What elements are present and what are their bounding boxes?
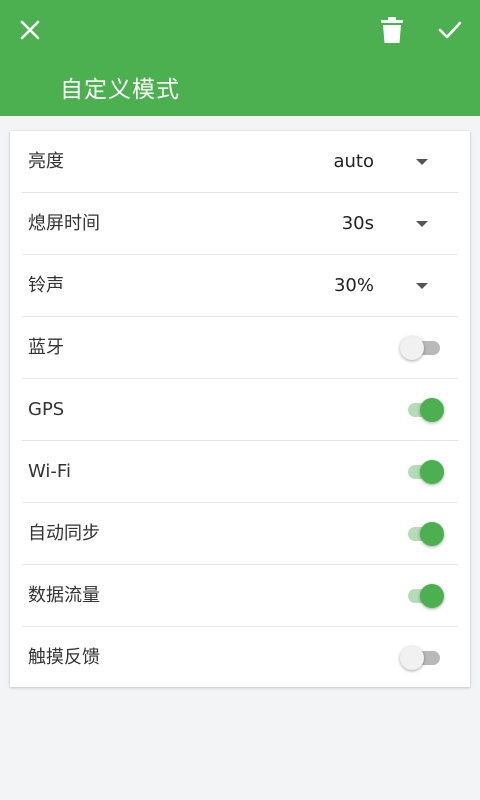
setting-label: 铃声 [28,275,64,296]
gps-toggle[interactable] [406,396,448,424]
dropdown-arrow-icon [416,283,428,289]
setting-label: 蓝牙 [28,337,64,358]
toggle-thumb [400,336,424,360]
setting-label: GPS [28,399,65,420]
setting-row-screen-timeout: 熄屏时间 30s [22,193,458,255]
dropdown-value: 30s [341,213,374,234]
setting-label: Wi-Fi [28,461,71,482]
auto-sync-toggle[interactable] [406,520,448,548]
screen-timeout-dropdown[interactable]: 30s [318,193,458,255]
setting-label: 数据流量 [28,585,100,606]
haptic-feedback-toggle[interactable] [400,644,448,672]
trash-icon [381,17,403,43]
wifi-toggle[interactable] [406,458,448,486]
close-button[interactable] [8,8,52,52]
page-title: 自定义模式 [60,77,180,103]
setting-label: 自动同步 [28,523,100,544]
dropdown-value: auto [333,151,374,172]
dropdown-arrow-icon [416,159,428,165]
toggle-thumb [420,584,444,608]
setting-row-bluetooth: 蓝牙 [22,317,458,379]
setting-row-auto-sync: 自动同步 [22,503,458,565]
check-icon [438,21,462,39]
toggle-thumb [420,522,444,546]
brightness-dropdown[interactable]: auto [318,131,458,193]
confirm-button[interactable] [428,8,472,52]
ringtone-dropdown[interactable]: 30% [318,255,458,317]
setting-row-gps: GPS [22,379,458,441]
dropdown-value: 30% [333,275,374,296]
setting-row-brightness: 亮度 auto [22,131,458,193]
setting-label: 亮度 [28,151,64,172]
dropdown-arrow-icon [416,221,428,227]
bluetooth-toggle[interactable] [400,334,448,362]
toggle-thumb [400,646,424,670]
toggle-thumb [420,460,444,484]
close-icon [20,20,40,40]
setting-row-ringtone: 铃声 30% [22,255,458,317]
mobile-data-toggle[interactable] [406,582,448,610]
settings-card: 亮度 auto 熄屏时间 30s 铃声 30% 蓝牙 GPS Wi-Fi 自动同… [10,131,470,687]
setting-row-mobile-data: 数据流量 [22,565,458,627]
app-bar: 自定义模式 [0,0,480,116]
setting-row-wifi: Wi-Fi [22,441,458,503]
setting-label: 熄屏时间 [28,213,100,234]
setting-row-haptic-feedback: 触摸反馈 [22,627,458,687]
toggle-thumb [420,398,444,422]
delete-button[interactable] [370,8,414,52]
setting-label: 触摸反馈 [28,647,100,668]
